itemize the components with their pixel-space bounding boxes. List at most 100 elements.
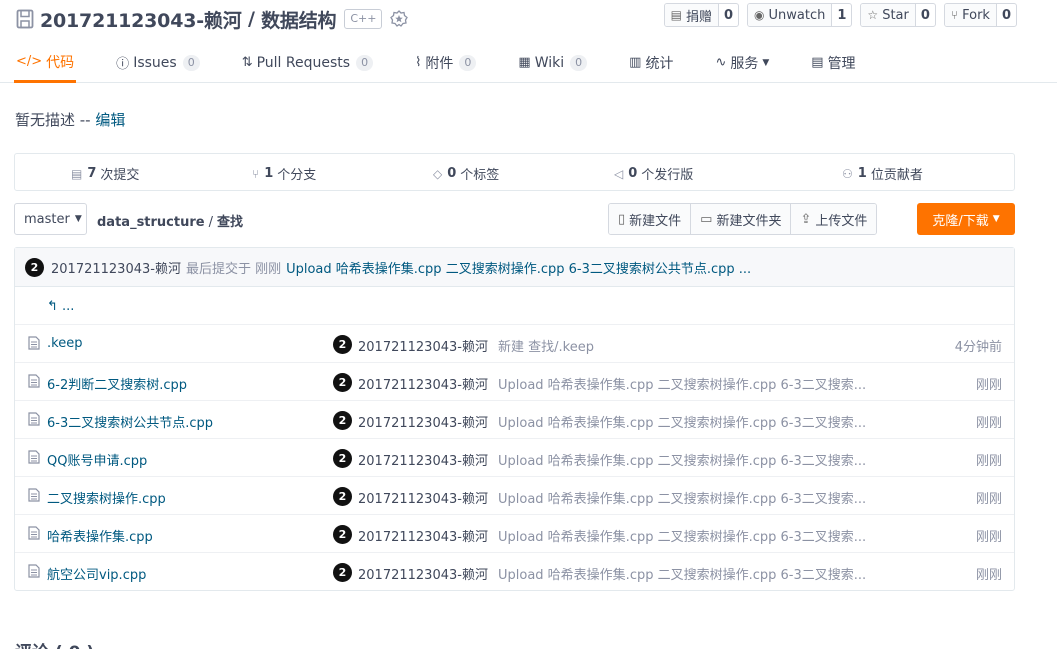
- contributors-icon: ⚇: [842, 166, 853, 181]
- breadcrumb: data_structure / 查找: [97, 215, 243, 230]
- branches-stat[interactable]: ⑂ 1 个分支: [252, 164, 316, 183]
- issue-icon: ⓘ: [116, 57, 130, 72]
- avatar[interactable]: 2: [333, 373, 352, 392]
- file-icon: [28, 564, 40, 578]
- parent-directory-row[interactable]: ↰ ...: [15, 287, 1014, 325]
- file-icon: [28, 336, 40, 350]
- avatar[interactable]: 2: [333, 335, 352, 354]
- commit-message-link[interactable]: Upload 哈希表操作集.cpp 二叉搜索树操作.cpp 6-3二叉搜索...: [498, 564, 866, 583]
- table-row: 6-2判断二叉搜索树.cpp 2 201721123043-赖河 Upload …: [15, 363, 1014, 401]
- edit-description-link[interactable]: 编辑: [95, 111, 125, 129]
- file-name-link[interactable]: 航空公司vip.cpp: [47, 564, 146, 583]
- release-icon: ◁: [614, 166, 624, 181]
- repo-actions: ▤ 捐赠 0 ◉ Unwatch 1 ☆ Star 0 ⑂ Fork 0: [663, 3, 1017, 27]
- recommend-badge-icon[interactable]: [390, 10, 409, 28]
- new-folder-button[interactable]: ▭ 新建文件夹: [691, 204, 792, 234]
- commit-author-link[interactable]: 201721123043-赖河: [51, 258, 181, 277]
- back-arrow-icon[interactable]: ↰ ...: [47, 299, 74, 314]
- latest-commit-bar: 2 201721123043-赖河 最后提交于 刚刚 Upload 哈希表操作集…: [15, 248, 1014, 287]
- table-row: QQ账号申请.cpp 2 201721123043-赖河 Upload 哈希表操…: [15, 439, 1014, 477]
- new-file-button[interactable]: ▯ 新建文件: [609, 204, 692, 234]
- file-name-link[interactable]: 二叉搜索树操作.cpp: [47, 488, 166, 507]
- branch-select[interactable]: master ▼: [14, 203, 87, 235]
- commit-time: 刚刚: [975, 416, 1002, 431]
- commit-author-link[interactable]: 201721123043-赖河: [358, 374, 488, 393]
- pr-count-badge: 0: [356, 54, 374, 71]
- wiki-icon: ▦: [518, 55, 531, 70]
- clone-download-button[interactable]: 克隆/下载 ▼: [917, 203, 1015, 235]
- folder-icon: ▭: [700, 211, 713, 227]
- file-list: 2 201721123043-赖河 最后提交于 刚刚 Upload 哈希表操作集…: [14, 247, 1015, 591]
- commit-author-link[interactable]: 201721123043-赖河: [358, 564, 488, 583]
- tab-pull-requests[interactable]: ⇅ Pull Requests 0: [240, 46, 375, 79]
- commit-message-link[interactable]: Upload 哈希表操作集.cpp 二叉搜索树操作.cpp 6-3二叉搜索...: [498, 526, 866, 545]
- tab-attachments[interactable]: ⌇ 附件 0: [413, 46, 478, 79]
- repo-description: 暂无描述 -- 编辑: [15, 111, 126, 129]
- repo-owner-link[interactable]: 201721123043-赖河: [40, 6, 242, 33]
- star-count[interactable]: 0: [916, 4, 935, 26]
- commit-message-link[interactable]: Upload 哈希表操作集.cpp 二叉搜索树操作.cpp 6-3二叉搜索...: [498, 374, 866, 393]
- commit-author-link[interactable]: 201721123043-赖河: [358, 412, 488, 431]
- tab-services[interactable]: ∿ 服务 ▼: [713, 46, 771, 79]
- avatar[interactable]: 2: [333, 563, 352, 582]
- commits-stat[interactable]: ▤ 7 次提交: [71, 164, 139, 183]
- avatar[interactable]: 2: [333, 487, 352, 506]
- releases-stat[interactable]: ◁ 0 个发行版: [614, 164, 693, 183]
- file-name-link[interactable]: 哈希表操作集.cpp: [47, 526, 153, 545]
- unwatch-button[interactable]: ◉ Unwatch 1: [747, 3, 853, 27]
- file-name-link[interactable]: 6-2判断二叉搜索树.cpp: [47, 374, 187, 393]
- tab-code[interactable]: </> 代码: [14, 46, 77, 83]
- commit-time: 刚刚: [975, 530, 1002, 545]
- table-row: 二叉搜索树操作.cpp 2 201721123043-赖河 Upload 哈希表…: [15, 477, 1014, 515]
- commit-message-link[interactable]: 新建 查找/.keep: [498, 336, 594, 355]
- commit-message-link[interactable]: Upload 哈希表操作集.cpp 二叉搜索树操作.cpp 6-3二叉搜索...: [498, 412, 866, 431]
- repo-name-link[interactable]: 数据结构: [261, 6, 336, 33]
- file-icon: [28, 488, 40, 502]
- tab-wiki[interactable]: ▦ Wiki 0: [516, 46, 589, 79]
- breadcrumb-current: 查找: [216, 215, 243, 230]
- fork-button[interactable]: ⑂ Fork 0: [943, 3, 1017, 27]
- avatar[interactable]: 2: [333, 525, 352, 544]
- file-icon: [28, 526, 40, 540]
- commit-author-link[interactable]: 201721123043-赖河: [358, 526, 488, 545]
- commit-author-link[interactable]: 201721123043-赖河: [358, 336, 488, 355]
- commit-message-link[interactable]: Upload 哈希表操作集.cpp 二叉搜索树操作.cpp 6-3二叉搜索...: [498, 450, 866, 469]
- tags-stat[interactable]: ◇ 0 个标签: [433, 164, 499, 183]
- commit-message-link[interactable]: Upload 哈希表操作集.cpp 二叉搜索树操作.cpp 6-3二叉搜索树公共…: [286, 258, 751, 277]
- commit-meta: 最后提交于 刚刚: [185, 261, 282, 277]
- pull-request-icon: ⇅: [241, 55, 253, 70]
- commit-author-link[interactable]: 201721123043-赖河: [358, 450, 488, 469]
- avatar[interactable]: 2: [25, 257, 44, 277]
- language-badge[interactable]: C++: [344, 9, 383, 29]
- commit-author-link[interactable]: 201721123043-赖河: [358, 488, 488, 507]
- pulse-icon: ∿: [715, 55, 727, 70]
- contributors-stat[interactable]: ⚇ 1 位贡献者: [842, 164, 923, 183]
- star-button[interactable]: ☆ Star 0: [860, 3, 936, 27]
- donate-button[interactable]: ▤ 捐赠 0: [663, 3, 740, 27]
- tab-issues[interactable]: ⓘ Issues 0: [114, 46, 202, 79]
- table-row: .keep 2 201721123043-赖河 新建 查找/.keep 4分钟前: [15, 325, 1014, 363]
- watch-count[interactable]: 1: [832, 4, 851, 26]
- commit-time: 刚刚: [975, 492, 1002, 507]
- repo-title: 201721123043-赖河 / 数据结构 C++: [16, 6, 409, 33]
- upload-file-button[interactable]: ⇪ 上传文件: [791, 204, 877, 234]
- avatar[interactable]: 2: [333, 449, 352, 468]
- repo-stats-bar: ▤ 7 次提交 ⑂ 1 个分支 ◇ 0 个标签 ◁ 0 个发行版 ⚇ 1 位贡献者: [14, 153, 1015, 191]
- donate-icon: ▤: [670, 8, 682, 22]
- commit-message-link[interactable]: Upload 哈希表操作集.cpp 二叉搜索树操作.cpp 6-3二叉搜索...: [498, 488, 866, 507]
- chart-icon: ▥: [629, 55, 642, 70]
- chevron-down-icon: ▼: [74, 214, 82, 224]
- commit-time: 刚刚: [975, 454, 1002, 469]
- comments-heading: 评论 ( 0 ): [15, 638, 94, 649]
- wiki-count-badge: 0: [570, 54, 588, 71]
- fork-icon: ⑂: [950, 8, 959, 22]
- tab-manage[interactable]: ▤ 管理: [809, 46, 857, 79]
- fork-count[interactable]: 0: [997, 4, 1016, 26]
- file-name-link[interactable]: QQ账号申请.cpp: [47, 450, 147, 469]
- breadcrumb-root-link[interactable]: data_structure: [97, 215, 205, 230]
- avatar[interactable]: 2: [333, 411, 352, 430]
- tab-stats[interactable]: ▥ 统计: [627, 46, 675, 79]
- file-name-link[interactable]: 6-3二叉搜索树公共节点.cpp: [47, 412, 213, 431]
- donate-count[interactable]: 0: [719, 4, 738, 26]
- file-name-link[interactable]: .keep: [47, 336, 82, 351]
